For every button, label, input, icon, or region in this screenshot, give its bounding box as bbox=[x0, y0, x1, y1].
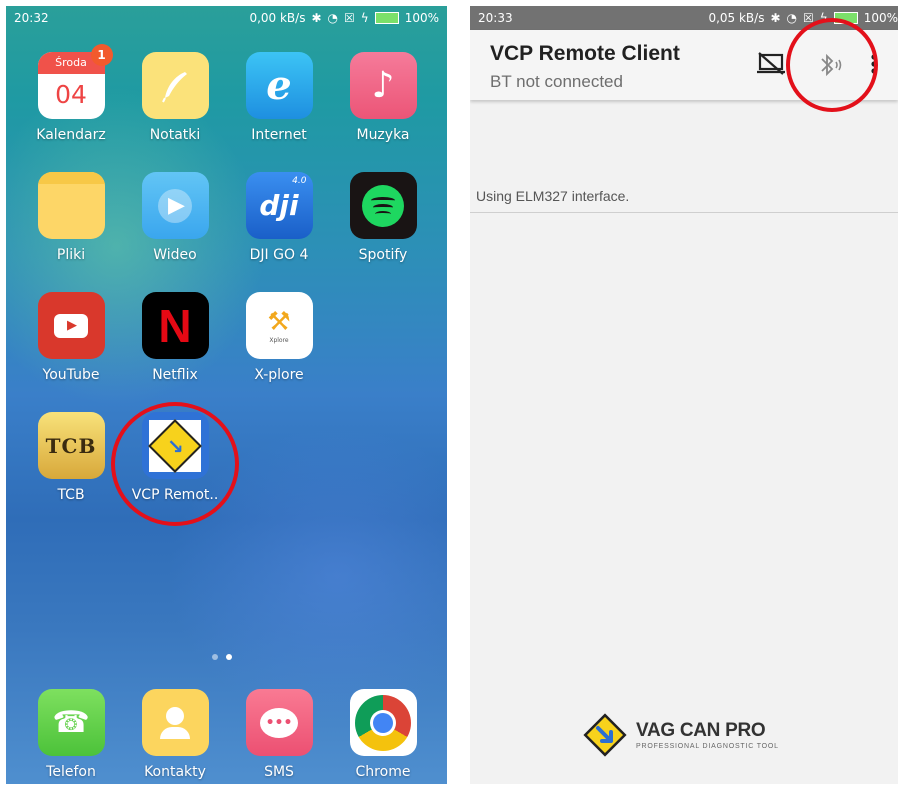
app-label: Wideo bbox=[153, 247, 197, 263]
app-dji-go-4[interactable]: dji 4.0 DJI GO 4 bbox=[234, 172, 324, 263]
app-label: Muzyka bbox=[356, 127, 410, 143]
charging-icon: ϟ bbox=[360, 11, 369, 25]
app-label: Kontakty bbox=[144, 764, 206, 780]
brand-logo: VAG CAN PRO PROFESSIONAL DIAGNOSTIC TOOL bbox=[582, 712, 779, 758]
app-notatki[interactable]: Notatki bbox=[130, 52, 220, 143]
page-dot-active[interactable] bbox=[226, 654, 232, 660]
app-pliki[interactable]: Pliki bbox=[26, 172, 116, 263]
netflix-logo-text: N bbox=[158, 299, 192, 352]
vcp-app-screen: 20:33 0,05 kB/s ✱ ◔ ☒ ϟ 100% VCP Remote … bbox=[470, 6, 898, 784]
xplore-icon: ⚒ Xplore bbox=[245, 292, 313, 359]
app-label: SMS bbox=[264, 764, 294, 780]
netflix-icon: N bbox=[141, 292, 209, 359]
contacts-icon bbox=[141, 689, 209, 756]
calendar-icon: Środa 04 1 bbox=[37, 44, 113, 119]
app-muzyka[interactable]: ♪ Muzyka bbox=[338, 52, 428, 143]
battery-icon bbox=[374, 12, 399, 24]
app-label: Chrome bbox=[355, 764, 411, 780]
device-disconnected-icon[interactable] bbox=[756, 52, 786, 76]
notification-badge: 1 bbox=[90, 44, 113, 66]
app-label: Kalendarz bbox=[36, 127, 106, 143]
network-speed: 0,00 kB/s bbox=[249, 11, 306, 25]
battery-percent: 100% bbox=[863, 11, 898, 25]
status-time: 20:33 bbox=[478, 11, 513, 25]
app-tcb[interactable]: TCB TCB bbox=[26, 412, 116, 503]
dock-kontakty[interactable]: Kontakty bbox=[130, 689, 220, 780]
app-wideo[interactable]: ▶ Wideo bbox=[130, 172, 220, 263]
app-label: TCB bbox=[57, 487, 85, 503]
tcb-icon: TCB bbox=[37, 412, 105, 479]
app-label: YouTube bbox=[42, 367, 100, 383]
folder-icon bbox=[37, 172, 105, 239]
brand-name: VAG CAN PRO bbox=[636, 720, 766, 741]
xplore-small-text: Xplore bbox=[269, 337, 289, 344]
app-label: Pliki bbox=[56, 247, 86, 263]
app-title: VCP Remote Client bbox=[490, 42, 680, 65]
page-dot[interactable] bbox=[212, 654, 218, 660]
dock-chrome[interactable]: Chrome bbox=[338, 689, 428, 780]
dji-icon: dji 4.0 bbox=[245, 172, 313, 239]
spotify-icon bbox=[349, 172, 417, 239]
sms-icon: ••• bbox=[245, 689, 313, 756]
status-time: 20:32 bbox=[14, 11, 49, 25]
sim-icon: ☒ bbox=[344, 11, 355, 25]
bluetooth-icon: ✱ bbox=[311, 11, 322, 25]
youtube-icon: ▶ bbox=[37, 292, 105, 359]
app-label: Telefon bbox=[46, 764, 96, 780]
log-message: Using ELM327 interface. bbox=[476, 188, 630, 204]
brand-tagline: PROFESSIONAL DIAGNOSTIC TOOL bbox=[636, 743, 779, 750]
highlight-circle bbox=[111, 402, 239, 526]
divider bbox=[470, 212, 898, 213]
vag-can-pro-logo-icon bbox=[583, 713, 627, 757]
app-label: X-plore bbox=[254, 367, 304, 383]
status-bar: 20:32 0,00 kB/s ✱ ◔ ☒ ϟ 100% bbox=[6, 6, 447, 30]
app-label: DJI GO 4 bbox=[249, 247, 309, 263]
highlight-circle bbox=[786, 18, 878, 112]
internet-icon: e bbox=[245, 52, 313, 119]
status-icons: 0,00 kB/s ✱ ◔ ☒ ϟ 100% bbox=[249, 11, 439, 25]
app-internet[interactable]: e Internet bbox=[234, 52, 324, 143]
dock-telefon[interactable]: ☎ Telefon bbox=[26, 689, 116, 780]
app-spotify[interactable]: Spotify bbox=[338, 172, 428, 263]
wifi-icon: ◔ bbox=[327, 11, 338, 25]
calendar-date: 04 bbox=[55, 80, 87, 109]
tcb-logo-text: TCB bbox=[45, 433, 97, 458]
wifi-icon: ◔ bbox=[786, 11, 797, 25]
battery-percent: 100% bbox=[404, 11, 439, 25]
phone-icon: ☎ bbox=[37, 689, 105, 756]
app-label: Netflix bbox=[152, 367, 198, 383]
page-indicator bbox=[212, 654, 232, 660]
dock-sms[interactable]: ••• SMS bbox=[234, 689, 324, 780]
music-icon: ♪ bbox=[349, 52, 417, 119]
dji-logo-text: dji bbox=[259, 189, 299, 222]
video-play-icon: ▶ bbox=[141, 172, 209, 239]
bluetooth-icon: ✱ bbox=[770, 11, 781, 25]
connection-status: BT not connected bbox=[490, 72, 623, 91]
app-label: Notatki bbox=[149, 127, 201, 143]
home-screen: 20:32 0,00 kB/s ✱ ◔ ☒ ϟ 100% Środa 04 1 … bbox=[6, 6, 447, 784]
chrome-icon bbox=[349, 689, 417, 756]
app-label: Internet bbox=[251, 127, 307, 143]
app-x-plore[interactable]: ⚒ Xplore X-plore bbox=[234, 292, 324, 383]
app-netflix[interactable]: N Netflix bbox=[130, 292, 220, 383]
dji-version-text: 4.0 bbox=[292, 176, 307, 186]
status-icons: 0,05 kB/s ✱ ◔ ☒ ϟ 100% bbox=[708, 11, 898, 25]
app-youtube[interactable]: ▶ YouTube bbox=[26, 292, 116, 383]
network-speed: 0,05 kB/s bbox=[708, 11, 765, 25]
notes-icon bbox=[141, 52, 209, 119]
app-kalendarz[interactable]: Środa 04 1 Kalendarz bbox=[26, 44, 116, 143]
app-label: Spotify bbox=[358, 247, 408, 263]
